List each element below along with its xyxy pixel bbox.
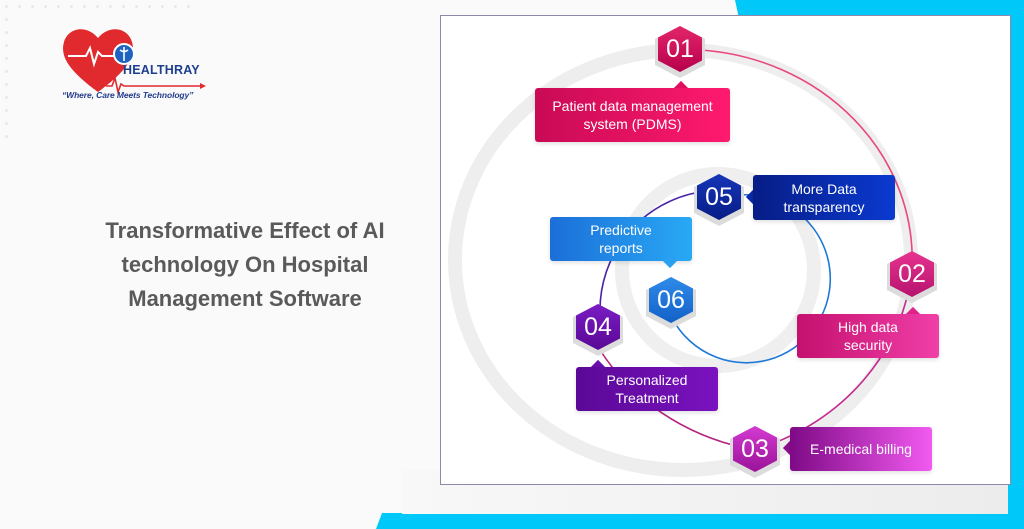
step-02-label-line: High data (838, 319, 898, 335)
step-02-label-line: security (843, 337, 893, 353)
step-05-label-line: transparency (783, 198, 865, 215)
step-01-label-line: Patient data management (552, 98, 713, 114)
step-04-label-line: Personalized (606, 372, 688, 388)
step-04-label-line: Treatment (615, 390, 679, 406)
step-01-label-box: Patient data management system (PDMS) (535, 88, 730, 142)
step-05-label-box: More Data transparency (753, 175, 895, 220)
step-01-label-line: system (PDMS) (583, 116, 682, 132)
step-03-label-line: E-medical billing (810, 441, 912, 457)
step-04-label-box: Personalized Treatment (576, 367, 718, 411)
step-06-label-line: reports (599, 240, 643, 256)
step-05-label-line: More Data (791, 180, 857, 197)
step-03-label-box: E-medical billing (790, 427, 932, 471)
step-06-label-line: Predictive (590, 222, 652, 238)
step-02-label-box: High data security (797, 314, 939, 358)
